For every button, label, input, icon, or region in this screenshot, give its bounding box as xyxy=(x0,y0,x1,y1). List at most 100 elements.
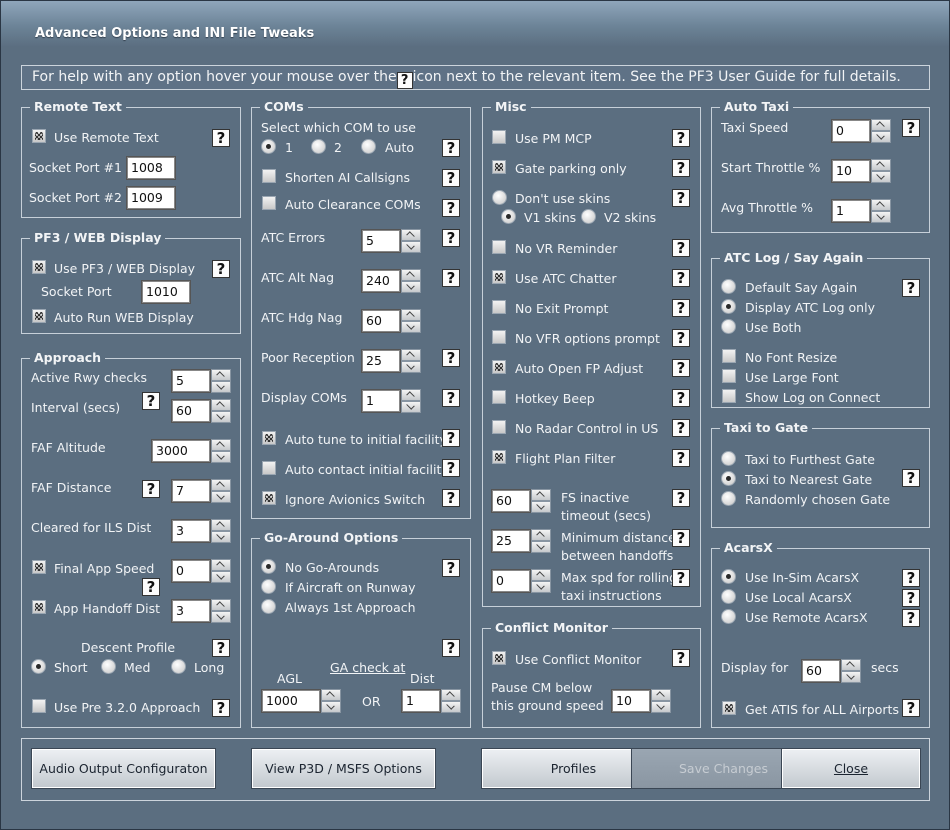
gate-parking-checkbox[interactable] xyxy=(492,160,506,174)
spin-down-icon[interactable] xyxy=(441,701,461,713)
display-coms-input[interactable]: 1 xyxy=(361,389,401,413)
help-icon-max-spd[interactable]: ? xyxy=(672,569,690,587)
avg-throttle-spinner[interactable] xyxy=(871,199,891,223)
use-pm-mcp-checkbox[interactable] xyxy=(492,130,506,144)
help-icon-display-coms[interactable]: ? xyxy=(442,389,460,407)
spin-up-icon[interactable] xyxy=(871,119,891,131)
spin-down-icon[interactable] xyxy=(401,401,421,413)
pause-cm-spinner[interactable] xyxy=(651,689,671,713)
use-atc-chatter-checkbox[interactable] xyxy=(492,270,506,284)
ils-dist-input[interactable]: 3 xyxy=(171,519,211,543)
agl-spinner[interactable] xyxy=(321,689,341,713)
help-icon-taxi-speed[interactable]: ? xyxy=(902,119,920,137)
taxi-nearest-radio[interactable] xyxy=(721,471,736,486)
display-for-spinner[interactable] xyxy=(841,659,861,683)
help-icon-ignore-avionics[interactable]: ? xyxy=(442,489,460,507)
spin-up-icon[interactable] xyxy=(401,269,421,281)
help-icon-pre-320[interactable]: ? xyxy=(212,699,230,717)
ga-dist-input[interactable]: 1 xyxy=(401,689,441,713)
help-icon-interval[interactable]: ? xyxy=(142,392,160,410)
help-icon-faf-distance[interactable]: ? xyxy=(142,480,160,498)
ignore-avionics-checkbox[interactable] xyxy=(262,491,276,505)
get-atis-checkbox[interactable] xyxy=(722,701,736,715)
auto-run-web-checkbox[interactable] xyxy=(32,309,46,323)
no-radar-checkbox[interactable] xyxy=(492,420,506,434)
atc-hdg-nag-spinner[interactable] xyxy=(401,309,421,333)
close-button[interactable]: Close xyxy=(781,748,921,789)
if-on-runway-radio[interactable] xyxy=(261,579,276,594)
use-conflict-monitor-checkbox[interactable] xyxy=(492,651,506,665)
flight-plan-filter-checkbox[interactable] xyxy=(492,450,506,464)
spin-down-icon[interactable] xyxy=(211,451,231,463)
spin-up-icon[interactable] xyxy=(211,399,231,411)
faf-distance-input[interactable]: 7 xyxy=(171,479,211,503)
help-icon-remote-text[interactable]: ? xyxy=(212,129,230,147)
socket-port1-input[interactable]: 1008 xyxy=(126,156,176,180)
view-options-button[interactable]: View P3D / MSFS Options xyxy=(251,748,436,789)
use-both-radio[interactable] xyxy=(721,319,736,334)
spin-up-icon[interactable] xyxy=(211,479,231,491)
use-large-font-checkbox[interactable] xyxy=(722,369,736,383)
help-icon-pm-mcp[interactable]: ? xyxy=(672,129,690,147)
spin-down-icon[interactable] xyxy=(211,381,231,393)
socket-port2-input[interactable]: 1009 xyxy=(126,186,176,210)
help-icon-atis[interactable]: ? xyxy=(902,699,920,717)
faf-altitude-spinner[interactable] xyxy=(211,439,231,463)
help-icon-auto-tune[interactable]: ? xyxy=(442,429,460,447)
show-log-checkbox[interactable] xyxy=(722,389,736,403)
app-handoff-spinner[interactable] xyxy=(211,599,231,623)
help-icon-local-acarsx[interactable]: ? xyxy=(902,589,920,607)
spin-down-icon[interactable] xyxy=(841,671,861,683)
help-icon-no-vfr[interactable]: ? xyxy=(672,329,690,347)
help-icon-auto-contact[interactable]: ? xyxy=(442,459,460,477)
spin-down-icon[interactable] xyxy=(871,171,891,183)
spin-down-icon[interactable] xyxy=(211,411,231,423)
auto-open-fp-checkbox[interactable] xyxy=(492,360,506,374)
pf3-socket-port-input[interactable]: 1010 xyxy=(141,280,191,304)
help-icon-pf3-web[interactable]: ? xyxy=(212,260,230,278)
active-rwy-input[interactable]: 5 xyxy=(171,369,211,393)
spin-up-icon[interactable] xyxy=(211,559,231,571)
audio-output-button[interactable]: Audio Output Configuraton xyxy=(31,748,216,789)
spin-up-icon[interactable] xyxy=(841,659,861,671)
spin-down-icon[interactable] xyxy=(871,131,891,143)
taxi-speed-input[interactable]: 0 xyxy=(831,119,871,143)
help-icon-atc-alt-nag[interactable]: ? xyxy=(442,269,460,287)
active-rwy-spinner[interactable] xyxy=(211,369,231,393)
no-exit-prompt-checkbox[interactable] xyxy=(492,300,506,314)
no-vr-reminder-checkbox[interactable] xyxy=(492,240,506,254)
com-auto-radio[interactable] xyxy=(361,139,376,154)
auto-contact-checkbox[interactable] xyxy=(262,461,276,475)
min-distance-spinner[interactable] xyxy=(531,529,551,553)
spin-up-icon[interactable] xyxy=(321,689,341,701)
help-icon-no-exit[interactable]: ? xyxy=(672,299,690,317)
help-icon-conflict[interactable]: ? xyxy=(672,649,690,667)
spin-down-icon[interactable] xyxy=(321,701,341,713)
spin-up-icon[interactable] xyxy=(531,489,551,501)
taxi-speed-spinner[interactable] xyxy=(871,119,891,143)
spin-down-icon[interactable] xyxy=(651,701,671,713)
help-icon-auto-clearance[interactable]: ? xyxy=(442,199,460,217)
use-pf3-web-checkbox[interactable] xyxy=(32,260,46,274)
no-vfr-prompt-checkbox[interactable] xyxy=(492,330,506,344)
spin-down-icon[interactable] xyxy=(871,211,891,223)
help-icon-fp-filter[interactable]: ? xyxy=(672,449,690,467)
no-font-resize-checkbox[interactable] xyxy=(722,349,736,363)
help-icon-shorten[interactable]: ? xyxy=(442,169,460,187)
avg-throttle-input[interactable]: 1 xyxy=(831,199,871,223)
spin-up-icon[interactable] xyxy=(531,529,551,541)
spin-down-icon[interactable] xyxy=(211,531,231,543)
remote-acarsx-radio[interactable] xyxy=(721,609,736,624)
spin-up-icon[interactable] xyxy=(211,439,231,451)
help-icon-atc-log[interactable]: ? xyxy=(902,279,920,297)
spin-down-icon[interactable] xyxy=(531,541,551,553)
app-handoff-checkbox[interactable] xyxy=(32,600,46,614)
help-icon-taxi-gate[interactable]: ? xyxy=(902,469,920,487)
spin-down-icon[interactable] xyxy=(401,361,421,373)
taxi-furthest-radio[interactable] xyxy=(721,451,736,466)
start-throttle-input[interactable]: 10 xyxy=(831,159,871,183)
spin-up-icon[interactable] xyxy=(211,599,231,611)
spin-up-icon[interactable] xyxy=(401,229,421,241)
v1-skins-radio[interactable] xyxy=(501,209,516,224)
faf-altitude-input[interactable]: 3000 xyxy=(151,439,211,463)
